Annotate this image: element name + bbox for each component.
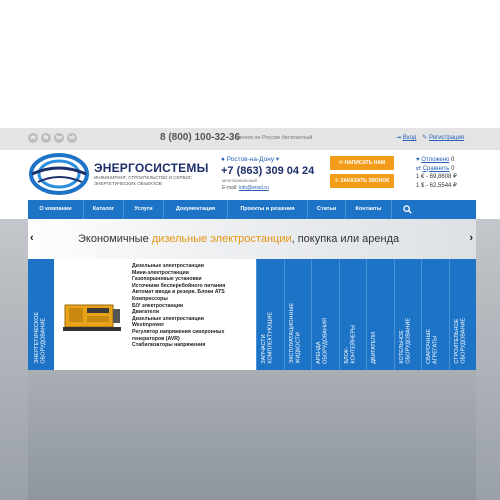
banner-text: Экономичные дизельные электростанции, по… <box>78 233 400 245</box>
promo-banner[interactable]: ‹ Экономичные дизельные электростанции, … <box>28 219 476 259</box>
usd-rate: 1 $ - 62,5544 ₽ <box>416 182 457 189</box>
catalog-item[interactable]: Стабилизаторы напряжения <box>132 342 256 349</box>
catalog-item[interactable]: Автомат ввода в резерв. Блоки ATS <box>132 289 256 296</box>
main-phone[interactable]: +7 (863) 309 04 24 <box>221 165 314 177</box>
nav-catalog[interactable]: Каталог <box>84 200 124 219</box>
location-pin-icon: ● <box>221 156 225 163</box>
background-left <box>0 219 28 500</box>
catalog-col-welding[interactable]: Сварочные агрегаты <box>421 259 449 370</box>
email-line: E-mail: info@ensd.ru <box>222 185 269 191</box>
slider-next-arrow[interactable]: › <box>469 232 473 244</box>
nav-contacts[interactable]: Контакты <box>346 200 392 219</box>
background-bottom <box>28 370 476 500</box>
phone-caption: многоканальный <box>222 178 257 183</box>
catalog-item[interactable]: Компрессоры <box>132 296 256 303</box>
background-right <box>476 219 500 500</box>
register-link[interactable]: ✎ Регистрация <box>422 134 464 141</box>
catalog-item[interactable]: Двигатели <box>132 309 256 316</box>
mail-icon: ✉ <box>338 160 344 166</box>
catalog-col-boilers[interactable]: Котельное оборудование <box>393 259 421 370</box>
search-icon[interactable] <box>392 200 422 219</box>
catalog-item[interactable]: Б/У электростанции <box>132 303 256 310</box>
catalog-item[interactable]: Газопоршневые установки <box>132 276 256 283</box>
nav-services[interactable]: Услуги <box>124 200 164 219</box>
compare-link[interactable]: ⇄ Сравнить 0 <box>416 165 457 174</box>
catalog-col-spare-parts[interactable]: Запчасти комплектующие <box>256 259 284 370</box>
catalog-item[interactable]: Мини-электростанции <box>132 270 256 277</box>
order-call-button[interactable]: ✆ ЗАКАЗАТЬ ЗВОНОК <box>330 174 394 188</box>
odnoklassniki-icon[interactable]: ok <box>67 133 77 143</box>
catalog-col-rental[interactable]: Аренда оборудования <box>311 259 339 370</box>
catalog-energy-equipment[interactable]: Энергетическое оборудование <box>28 259 54 370</box>
main-nav: О компании Каталог Услуги Документация П… <box>28 200 476 219</box>
email-link[interactable]: info@ensd.ru <box>239 185 269 191</box>
email-label: E-mail: <box>222 185 238 191</box>
vk-icon[interactable]: vk <box>28 133 38 143</box>
catalog-col-fluids[interactable]: Эксплуатационные жидкости <box>283 259 311 370</box>
user-lists: ♥ Отложено 0 ⇄ Сравнить 0 1 € - 69,8608 … <box>416 156 457 190</box>
catalog-list: Дизельные электростанции Мини-электроста… <box>132 263 256 349</box>
phone-icon: ✆ <box>334 178 339 184</box>
auth-links: ⇥ Вход ✎ Регистрация <box>396 134 464 141</box>
login-link[interactable]: ⇥ Вход <box>396 134 416 141</box>
logo-subtitle: инжиниринг, строительство и сервис энерг… <box>94 175 192 186</box>
nav-docs[interactable]: Документация <box>164 200 228 219</box>
city-selector[interactable]: ● Ростов-на-Дону ▾ <box>221 155 279 163</box>
slider-prev-arrow[interactable]: ‹ <box>30 232 34 244</box>
eur-rate: 1 € - 69,8608 ₽ <box>416 174 457 180</box>
catalog-dropdown-panel: Дизельные электростанции Мини-электроста… <box>54 259 256 370</box>
catalog-col-containers[interactable]: Блок- контейнеры <box>338 259 366 370</box>
deferred-link[interactable]: ♥ Отложено 0 <box>416 156 457 165</box>
catalog-item[interactable]: Дизельные электростанции <box>132 263 256 270</box>
catalog-item[interactable]: Источники бесперебойного питания <box>132 283 256 290</box>
site-header: ЭНЕРГОСИСТЕМЫ инжиниринг, строительство … <box>0 150 500 200</box>
catalog-item[interactable]: Регулятор напряжения синхронных генерато… <box>132 329 256 342</box>
tollfree-phone[interactable]: 8 (800) 100-32-36 <box>160 132 240 143</box>
chevron-down-icon: ▾ <box>275 156 280 163</box>
catalog-col-engines[interactable]: Двигатели <box>366 259 394 370</box>
nav-projects[interactable]: Проекты и решения <box>228 200 308 219</box>
logo-title[interactable]: ЭНЕРГОСИСТЕМЫ <box>94 161 209 175</box>
catalog-col-construction[interactable]: Строительное оборудование <box>448 259 476 370</box>
nav-articles[interactable]: Статьи <box>308 200 346 219</box>
top-bar: vk fb tw ok 8 (800) 100-32-36 звонок по … <box>0 128 500 150</box>
generator-image <box>63 304 121 331</box>
compare-icon: ⇄ <box>416 165 422 172</box>
logo-icon[interactable] <box>28 152 90 196</box>
write-us-button[interactable]: ✉ НАПИСАТЬ НАМ <box>330 156 394 170</box>
social-links: vk fb tw ok <box>28 133 77 143</box>
catalog-columns: Запчасти комплектующие Эксплуатационные … <box>256 259 476 370</box>
tollfree-note: звонок по России бесплатный <box>236 135 313 141</box>
heart-icon: ♥ <box>416 157 420 163</box>
twitter-icon[interactable]: tw <box>54 133 64 143</box>
facebook-icon[interactable]: fb <box>41 133 51 143</box>
catalog-item[interactable]: Дизельные электростанции Westinpower <box>132 316 256 329</box>
nav-about[interactable]: О компании <box>28 200 84 219</box>
